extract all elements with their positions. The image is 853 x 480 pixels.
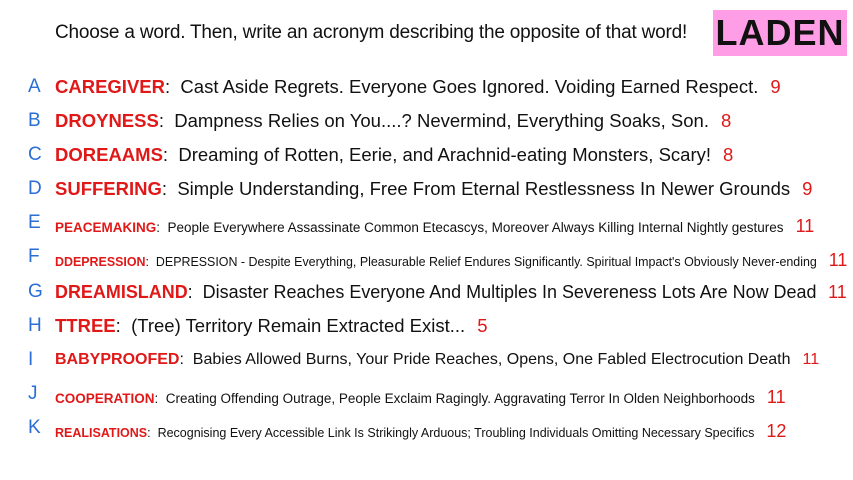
acronym-row: E PEACEMAKING: People Everywhere Assassin…: [0, 212, 853, 236]
row-colon: :: [165, 76, 181, 97]
row-letter: J: [28, 383, 38, 404]
row-letter-count: 11: [828, 250, 848, 270]
row-acronym: Disaster Reaches Everyone And Multiples …: [202, 281, 817, 302]
acronym-row: D SUFFERING: Simple Understanding, Free F…: [0, 178, 853, 202]
row-colon: :: [179, 351, 193, 368]
row-colon: :: [161, 178, 178, 199]
row-word: TTREE: [55, 315, 116, 336]
row-letter-count: 9: [802, 178, 813, 199]
row-colon: :: [187, 281, 203, 302]
row-content: DREAMISLAND: Disaster Reaches Everyone A…: [55, 281, 847, 303]
row-word: REALISATIONS: [55, 426, 148, 440]
acronym-row: H TTREE: (Tree) Territory Remain Extracte…: [0, 315, 853, 339]
row-colon: :: [158, 110, 175, 131]
row-colon: :: [162, 144, 179, 165]
row-acronym: Simple Understanding, Free From Eternal …: [177, 178, 791, 199]
row-letter-count: 11: [766, 387, 786, 407]
row-content: DROYNESS: Dampness Relies on You....? Ne…: [55, 110, 731, 132]
row-acronym: Cast Aside Regrets. Everyone Goes Ignore…: [180, 76, 759, 97]
row-letter: A: [28, 76, 41, 97]
acronym-row: G DREAMISLAND: Disaster Reaches Everyone …: [0, 281, 853, 305]
row-acronym: DEPRESSION - Despite Everything, Pleasur…: [155, 255, 817, 269]
row-content: TTREE: (Tree) Territory Remain Extracted…: [55, 315, 487, 337]
row-letter-count: 11: [828, 281, 847, 302]
row-word: PEACEMAKING: [55, 220, 157, 235]
acronym-row: A CAREGIVER: Cast Aside Regrets. Everyone…: [0, 76, 853, 100]
row-letter: D: [28, 178, 42, 199]
row-letter-count: 11: [795, 216, 815, 236]
acronym-row: B DROYNESS: Dampness Relies on You....? N…: [0, 110, 853, 134]
prompt-text: Choose a word. Then, write an acronym de…: [55, 22, 688, 43]
row-word: CAREGIVER: [55, 76, 165, 97]
acronym-row: I BABYPROOFED: Babies Allowed Burns, Your…: [0, 349, 853, 373]
row-word: DOREAAMS: [55, 144, 163, 165]
word-badge: LADEN: [713, 10, 847, 56]
row-acronym: People Everywhere Assassinate Common Ete…: [167, 220, 784, 235]
row-colon: :: [145, 255, 156, 269]
row-content: PEACEMAKING: People Everywhere Assassina…: [55, 216, 814, 237]
row-letter: G: [28, 281, 43, 302]
row-content: BABYPROOFED: Babies Allowed Burns, Your …: [55, 351, 819, 369]
row-colon: :: [115, 315, 132, 336]
row-colon: :: [154, 391, 166, 406]
row-acronym: Creating Offending Outrage, People Excla…: [165, 391, 755, 406]
row-acronym: Recognising Every Accessible Link Is Str…: [157, 426, 755, 440]
row-word: BABYPROOFED: [55, 351, 180, 368]
row-letter-count: 9: [770, 76, 781, 97]
row-letter-count: 5: [477, 315, 488, 336]
row-letter: B: [28, 110, 41, 131]
row-letter: H: [28, 315, 42, 336]
row-letter-count: 8: [720, 110, 732, 131]
row-content: CAREGIVER: Cast Aside Regrets. Everyone …: [55, 76, 781, 98]
row-word: DREAMISLAND: [55, 281, 188, 302]
row-content: REALISATIONS: Recognising Every Accessib…: [55, 421, 786, 442]
row-letter-count: 8: [723, 144, 734, 165]
row-letter: F: [28, 246, 40, 267]
row-letter: E: [28, 212, 41, 233]
row-word: DROYNESS: [55, 110, 159, 131]
row-letter: I: [28, 349, 34, 370]
row-letter-count: 12: [766, 421, 787, 441]
row-acronym: (Tree) Territory Remain Extracted Exist.…: [131, 315, 466, 336]
row-word: COOPERATION: [55, 391, 155, 406]
row-content: COOPERATION: Creating Offending Outrage,…: [55, 387, 786, 408]
acronym-row: F DDEPRESSION: DEPRESSION - Despite Every…: [0, 246, 853, 270]
row-content: SUFFERING: Simple Understanding, Free Fr…: [55, 178, 812, 200]
row-content: DDEPRESSION: DEPRESSION - Despite Everyt…: [55, 250, 847, 271]
row-colon: :: [147, 426, 158, 440]
row-colon: :: [156, 220, 168, 235]
acronym-row: K REALISATIONS: Recognising Every Accessi…: [0, 417, 853, 441]
row-content: DOREAAMS: Dreaming of Rotten, Eerie, and…: [55, 144, 733, 166]
acronym-row: C DOREAAMS: Dreaming of Rotten, Eerie, an…: [0, 144, 853, 168]
acronym-row: J COOPERATION: Creating Offending Outrage…: [0, 383, 853, 407]
row-letter: K: [28, 417, 41, 438]
row-acronym: Babies Allowed Burns, Your Pride Reaches…: [192, 351, 791, 368]
row-letter: C: [28, 144, 42, 165]
row-word: SUFFERING: [55, 178, 162, 199]
row-acronym: Dreaming of Rotten, Eerie, and Arachnid-…: [178, 144, 711, 165]
row-word: DDEPRESSION: [55, 255, 146, 269]
row-acronym: Dampness Relies on You....? Nevermind, E…: [174, 110, 709, 131]
row-letter-count: 11: [802, 351, 820, 368]
